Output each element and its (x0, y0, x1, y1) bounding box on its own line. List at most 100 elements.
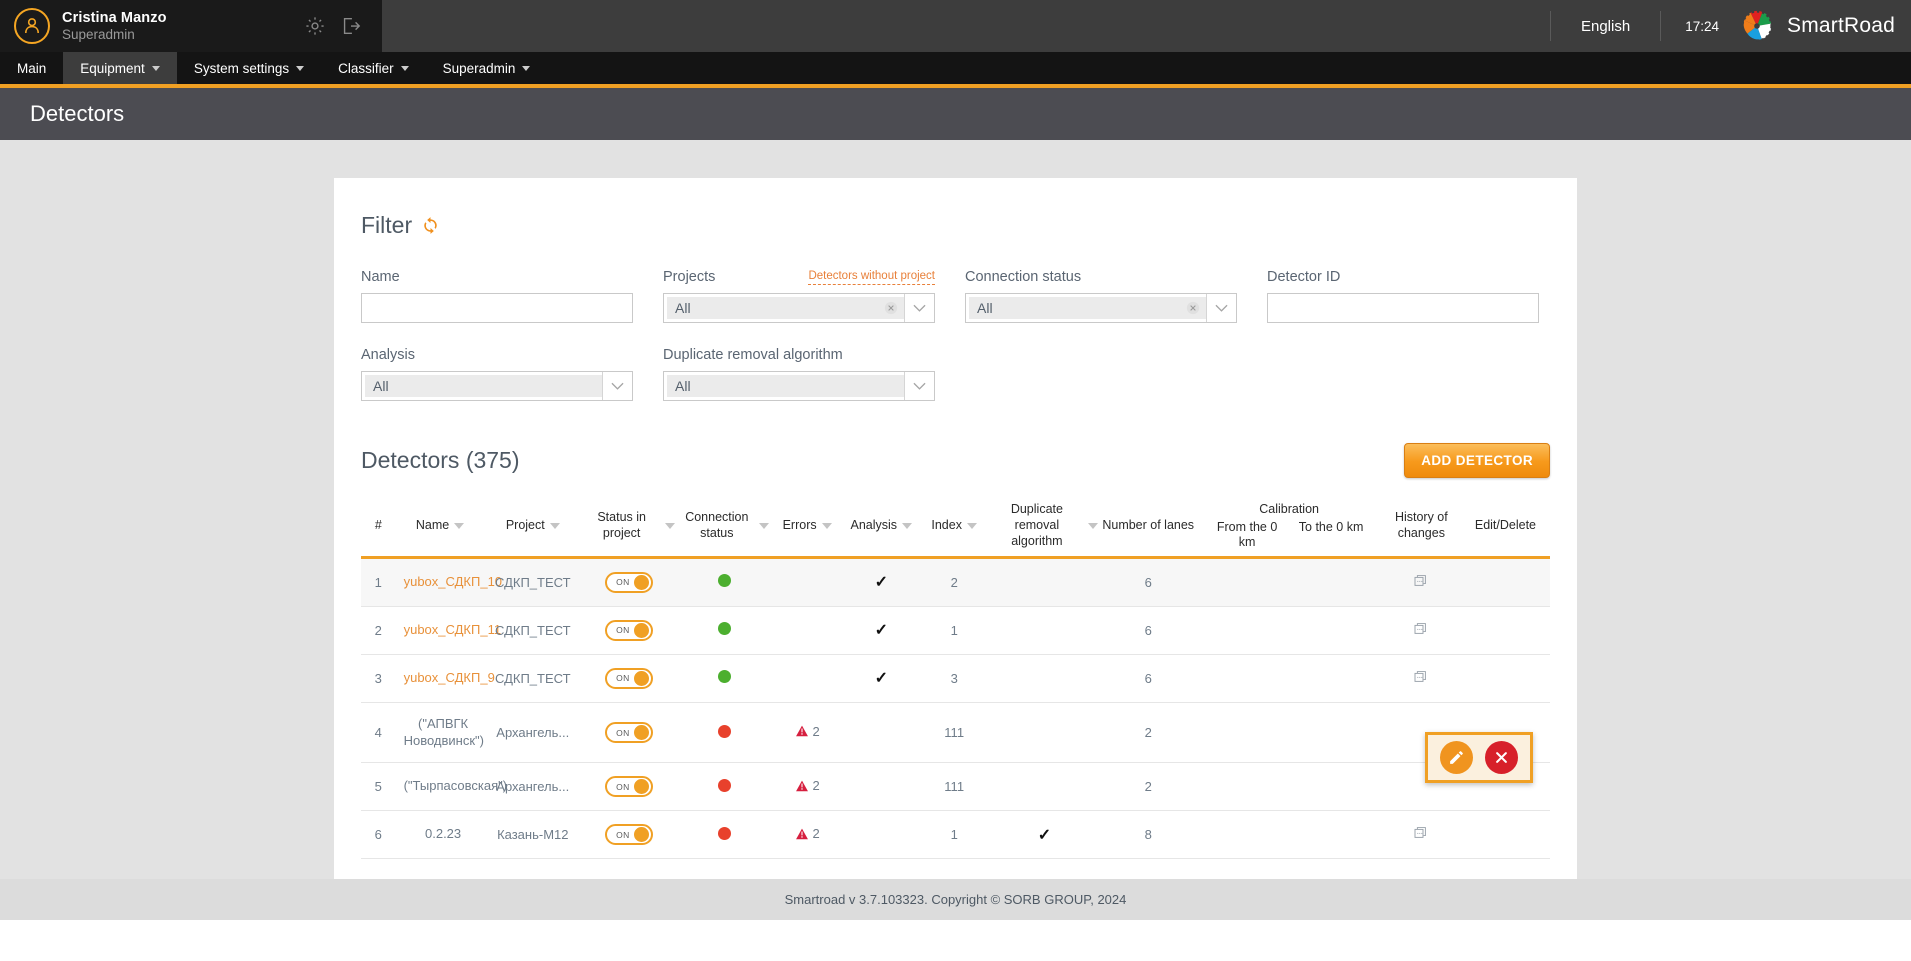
sort-caret-icon[interactable] (902, 522, 913, 529)
sort-caret-icon[interactable] (1088, 522, 1099, 529)
col-index[interactable]: Index (919, 496, 989, 559)
nav-item-classifier[interactable]: Classifier (321, 52, 426, 84)
cell-calibration (1196, 810, 1382, 860)
sort-caret-icon[interactable] (454, 522, 465, 529)
nav-item-system-settings[interactable]: System settings (177, 52, 321, 84)
status-toggle[interactable]: ON (605, 722, 654, 744)
status-toggle[interactable]: ON (605, 824, 654, 846)
chevron-down-icon (522, 65, 531, 71)
table-row[interactable]: 1 yubox_СДКП_10 СДКП_ТЕСТ ON ✓ 2 6 (361, 557, 1550, 607)
cell-index: 111 (919, 702, 989, 764)
clear-icon[interactable] (1180, 297, 1206, 319)
top-bar: Cristina Manzo Superadmin English 17:24 (0, 0, 1911, 52)
cell-calibration (1196, 654, 1382, 703)
nav-item-superadmin[interactable]: Superadmin (426, 52, 548, 84)
analysis-select[interactable]: All (361, 371, 633, 401)
cell-edit-delete (1460, 557, 1550, 607)
status-toggle[interactable]: ON (605, 776, 654, 798)
cell-errors (771, 557, 843, 607)
clear-icon[interactable] (878, 297, 904, 319)
col-label: Analysis (850, 518, 898, 532)
sort-caret-icon[interactable] (665, 522, 676, 529)
col-project[interactable]: Project (484, 496, 581, 559)
chevron-down-icon[interactable] (904, 294, 934, 322)
history-copy-icon[interactable] (1413, 621, 1429, 640)
cell-status-in-project: ON (580, 654, 678, 703)
projects-select[interactable]: All (663, 293, 935, 323)
status-toggle[interactable]: ON (605, 571, 654, 593)
cell-edit-delete (1460, 654, 1550, 703)
table-row[interactable]: 6 0.2.23 Казань-М12 ON 2 1 ✓ 8 (361, 810, 1550, 860)
pencil-icon (1450, 751, 1463, 764)
table-row[interactable]: 3 yubox_СДКП_9 СДКП_ТЕСТ ON ✓ 3 6 (361, 654, 1550, 703)
col-number-of-lanes: Number of lanes (1100, 496, 1197, 559)
chevron-down-icon[interactable] (904, 372, 934, 400)
logout-icon[interactable] (338, 13, 364, 39)
cell-analysis: ✓ (842, 557, 920, 607)
status-toggle[interactable]: ON (605, 619, 654, 641)
detector-name-link[interactable]: yubox_СДКП_9 (404, 670, 495, 685)
cell-calibration (1196, 606, 1382, 655)
col-connection-status[interactable]: Connection status (677, 496, 772, 559)
field-label: Duplicate removal algorithm (663, 347, 843, 363)
sort-caret-icon[interactable] (966, 522, 977, 529)
cell-history (1381, 654, 1461, 703)
edit-button[interactable] (1440, 741, 1473, 774)
table-row[interactable]: 5 ("Тырпасовская") Архангель... ON 2 111 2 (361, 762, 1550, 812)
brand-name: SmartRoad (1786, 14, 1895, 37)
filter-field-connection-status: Connection status All (965, 263, 1237, 323)
detector-id-input[interactable] (1267, 293, 1539, 323)
cell-calibration (1196, 702, 1382, 764)
history-copy-icon[interactable] (1413, 825, 1429, 844)
history-copy-icon[interactable] (1413, 669, 1429, 688)
chevron-down-icon[interactable] (1206, 294, 1236, 322)
language-selector[interactable]: English (1551, 18, 1660, 35)
field-label: Analysis (361, 347, 415, 363)
cell-connection-status (677, 762, 772, 812)
cell-lanes: 2 (1100, 762, 1197, 812)
col-status-in-project[interactable]: Status in project (580, 496, 678, 559)
sort-caret-icon[interactable] (821, 522, 832, 529)
table-row[interactable]: 2 yubox_СДКП_11 СДКП_ТЕСТ ON ✓ 1 6 (361, 606, 1550, 655)
refresh-icon[interactable] (421, 216, 440, 235)
cell-project: СДКП_ТЕСТ (484, 606, 581, 655)
cell-name: ("Тырпасовская") (395, 762, 507, 812)
detectors-without-project-link[interactable]: Detectors without project (808, 269, 935, 285)
history-copy-icon[interactable] (1413, 573, 1429, 592)
filter-title: Filter (361, 212, 413, 238)
analysis-check-icon: ✓ (874, 670, 888, 688)
user-role: Superadmin (62, 26, 135, 42)
col-analysis[interactable]: Analysis (842, 496, 920, 559)
connection-status-select[interactable]: All (965, 293, 1237, 323)
filter-field-name: Name (361, 263, 633, 323)
nav-label: Equipment (80, 60, 145, 76)
top-right-controls: English 17:24 SmartRoad (1549, 0, 1911, 52)
gear-icon[interactable] (302, 13, 328, 39)
error-badge[interactable]: 2 (795, 724, 820, 739)
chevron-down-icon[interactable] (602, 372, 632, 400)
sort-caret-icon[interactable] (759, 522, 770, 529)
detector-name: ("АПВГК Новодвинск") (403, 715, 484, 748)
duplicate-removal-select[interactable]: All (663, 371, 935, 401)
page-body: Filter Name Projects Detectors without p… (0, 140, 1911, 920)
cell-project: СДКП_ТЕСТ (484, 557, 581, 607)
error-badge[interactable]: 2 (795, 826, 820, 841)
delete-button[interactable] (1485, 741, 1518, 774)
add-detector-button[interactable]: ADD DETECTOR (1404, 443, 1550, 478)
col-name[interactable]: Name (395, 496, 485, 559)
col-duplicate-removal[interactable]: Duplicate removal algorithm (988, 496, 1101, 559)
col-errors[interactable]: Errors (771, 496, 843, 559)
status-toggle[interactable]: ON (605, 667, 654, 689)
cell-duplicate-removal (988, 762, 1101, 812)
filter-field-duplicate-removal: Duplicate removal algorithm All (663, 341, 935, 401)
detector-name-link[interactable]: yubox_СДКП_10 (404, 574, 502, 589)
name-input[interactable] (361, 293, 633, 323)
detector-name-link[interactable]: yubox_СДКП_11 (404, 622, 501, 637)
error-badge[interactable]: 2 (795, 778, 820, 793)
close-x-icon (1496, 752, 1507, 763)
col-calibration: Calibration From the 0 km To the 0 km (1196, 496, 1382, 559)
nav-item-equipment[interactable]: Equipment (63, 52, 177, 84)
nav-item-main[interactable]: Main (0, 52, 63, 84)
table-row[interactable]: 4 ("АПВГК Новодвинск") Архангель... ON 2 111 2 (361, 702, 1550, 764)
sort-caret-icon[interactable] (549, 522, 560, 529)
